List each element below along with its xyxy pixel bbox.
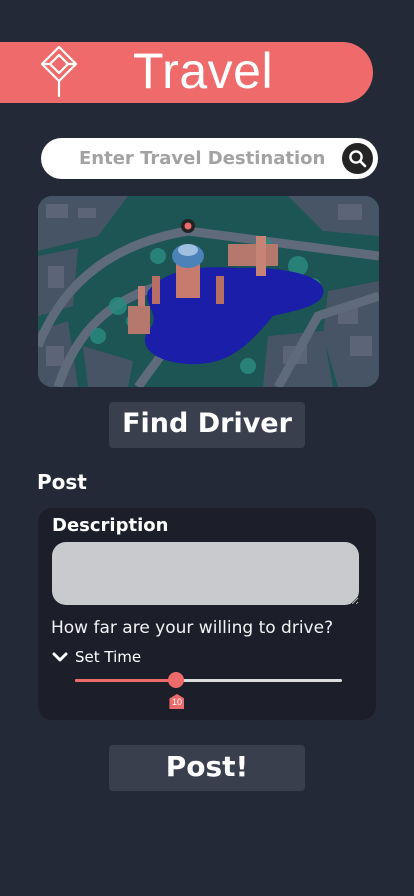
drive-distance-question: How far are your willing to drive?: [51, 618, 334, 638]
search-button[interactable]: [342, 143, 373, 174]
post-button[interactable]: Post!: [109, 745, 305, 791]
description-label: Description: [52, 515, 169, 536]
set-time-label: Set Time: [75, 648, 142, 666]
diamond-logo-icon: [40, 45, 78, 97]
travel-screen: Travel Enter Travel Destination Find Dri…: [0, 0, 414, 896]
header-banner: Travel: [0, 42, 373, 103]
slider-value-label: 10: [169, 694, 185, 709]
post-card: Description How far are your willing to …: [38, 508, 376, 720]
map-view[interactable]: [38, 196, 379, 387]
app-title: Travel: [133, 43, 274, 99]
slider-fill: [75, 679, 177, 682]
find-driver-button[interactable]: Find Driver: [109, 402, 305, 448]
slider-thumb[interactable]: [168, 672, 185, 688]
map-3d-view: [38, 196, 379, 387]
post-section-title: Post: [37, 470, 87, 494]
distance-slider[interactable]: 10: [75, 672, 342, 710]
set-time-toggle[interactable]: Set Time: [52, 647, 141, 667]
description-field[interactable]: [52, 542, 359, 605]
chevron-down-icon: [52, 652, 68, 661]
search-icon: [349, 150, 367, 168]
search-bar: [41, 138, 378, 179]
destination-search-input[interactable]: [79, 138, 339, 179]
